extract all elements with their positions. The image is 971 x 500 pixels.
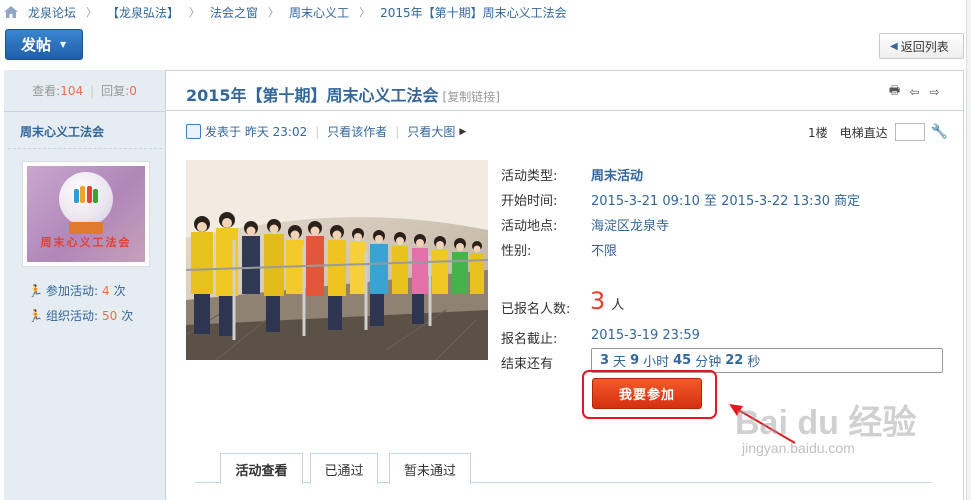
breadcrumb-item[interactable]: 【龙泉弘法】 [107, 4, 179, 21]
avatar[interactable]: 周末心义工法会 [22, 161, 150, 267]
home-icon[interactable] [4, 6, 18, 18]
joined-activities: 🏃 参加活动: 4 次 [28, 282, 126, 299]
join-activity-button[interactable]: 我要参加 [592, 378, 702, 409]
caret-right-icon: ▶ [459, 126, 467, 137]
divider [8, 148, 162, 149]
countdown-days-unit: 天 [613, 355, 627, 370]
start-time-label: 开始时间: [501, 194, 558, 209]
replies-label: 回复: [101, 84, 130, 98]
location-label: 活动地点: [501, 219, 558, 234]
floor-input[interactable] [894, 123, 925, 141]
enrolled-unit: 人 [611, 298, 625, 313]
enrolled-value: 3 [590, 287, 606, 315]
scrollbar[interactable] [966, 0, 971, 500]
tab-approved[interactable]: 已通过 [310, 453, 378, 484]
post-button[interactable]: 发帖 ▼ [5, 29, 83, 60]
avatar-caption: 周末心义工法会 [40, 236, 132, 249]
thread-title: 2015年【第十期】周末心义工法会 [复制链接] [186, 82, 500, 106]
posted-time: 发表于 昨天 23:02 [205, 125, 308, 139]
author-only-link[interactable]: 只看该作者 [327, 123, 387, 140]
breadcrumb-separator: 〉 [268, 6, 280, 19]
breadcrumb-item[interactable]: 2015年【第十期】周末心义工法会 [380, 4, 567, 21]
organized-value: 50 [102, 308, 118, 323]
joined-label: 参加活动: [45, 284, 98, 298]
post-meta: 发表于 昨天 23:02 | 只看该作者 | 只看大图 ▶ [186, 123, 466, 140]
organized-label: 组织活动: [45, 309, 98, 323]
breadcrumb-item[interactable]: 周末心义工 [289, 4, 349, 21]
avatar-image: 周末心义工法会 [27, 166, 145, 262]
back-to-list-label: 返回列表 [900, 39, 949, 54]
location-value: 海淀区龙泉寺 [591, 219, 670, 234]
divider [166, 110, 964, 111]
thread-stats: 查看: 104 | 回复: 0 [4, 70, 165, 112]
activity-photo[interactable] [186, 160, 488, 360]
floor-number: 1楼 [808, 125, 828, 140]
breadcrumb: 龙泉论坛 〉 【龙泉弘法】 〉 法会之窗 〉 周末心义工 〉 2015年【第十期… [4, 2, 567, 22]
thread-title-text: 2015年【第十期】周末心义工法会 [186, 86, 439, 105]
enrolled-count: 3 人 [590, 287, 624, 315]
runner-icon: 🏃 [28, 308, 43, 323]
arrow-left-icon[interactable]: ⇦ [907, 84, 922, 99]
joined-unit: 次 [113, 284, 126, 298]
divider: | [315, 124, 320, 139]
breadcrumb-separator: 〉 [86, 6, 98, 19]
views-count: 104 [60, 83, 84, 98]
activity-type-label: 活动类型: [501, 169, 558, 184]
breadcrumb-separator: 〉 [189, 6, 201, 19]
wrench-icon[interactable]: 🔧 [931, 124, 948, 140]
countdown-days: 3 [600, 353, 610, 368]
gender-value: 不限 [591, 244, 618, 259]
countdown-seconds: 22 [725, 353, 744, 368]
activity-photo-image [186, 160, 488, 360]
gender-label: 性别: [501, 244, 532, 259]
start-time-value: 2015-3-21 09:10 至 2015-3-22 13:30 商定 [591, 194, 861, 209]
runner-icon: 🏃 [28, 283, 43, 298]
back-to-list-button[interactable]: ◀ 返回列表 [879, 33, 964, 59]
organized-activities: 🏃 组织活动: 50 次 [28, 307, 133, 324]
joined-value: 4 [102, 283, 110, 298]
replies-count: 0 [129, 83, 137, 98]
chevron-down-icon: ▼ [60, 40, 67, 49]
activity-tabs: 活动查看 已通过 暂未通过 [195, 453, 931, 484]
tab-pending[interactable]: 暂未通过 [389, 453, 471, 484]
copy-link[interactable]: [复制链接] [443, 88, 500, 105]
logo-icon [74, 186, 98, 203]
countdown-minutes-unit: 分钟 [695, 355, 722, 370]
arrow-left-icon: ◀ [890, 40, 898, 52]
pedestal-shape [69, 222, 103, 234]
countdown-minutes: 45 [673, 353, 692, 368]
title-actions: 🖶 ⇦ ⇨ [887, 83, 942, 99]
breadcrumb-item[interactable]: 法会之窗 [210, 4, 258, 21]
watermark-brand: Bai du 经验 [735, 404, 917, 442]
organized-unit: 次 [121, 309, 134, 323]
post-button-label: 发帖 [21, 36, 52, 54]
activity-type-value: 周末活动 [591, 169, 644, 184]
user-icon [186, 124, 201, 139]
breadcrumb-item[interactable]: 龙泉论坛 [28, 4, 76, 21]
divider: | [90, 83, 95, 98]
views-label: 查看: [32, 84, 61, 98]
deadline-label: 报名截止: [501, 332, 558, 347]
countdown-seconds-unit: 秒 [747, 355, 761, 370]
arrow-right-icon[interactable]: ⇨ [927, 84, 942, 99]
remaining-label: 结束还有 [501, 357, 554, 372]
countdown-hours-unit: 小时 [643, 355, 670, 370]
enrolled-label: 已报名人数: [501, 302, 571, 317]
tab-view[interactable]: 活动查看 [220, 453, 303, 484]
author-sidebar: 查看: 104 | 回复: 0 周末心义工法会 周末心义工法会 🏃 参加活动: … [4, 70, 166, 500]
print-icon[interactable]: 🖶 [887, 83, 902, 99]
elevator-label: 电梯直达 [839, 125, 888, 140]
countdown-hours: 9 [630, 353, 640, 368]
big-image-link[interactable]: 只看大图 [407, 123, 455, 140]
deadline-value: 2015-3-19 23:59 [591, 328, 700, 343]
floor-nav: 1楼 电梯直达 🔧 [808, 123, 948, 141]
author-name[interactable]: 周末心义工法会 [20, 123, 104, 140]
divider: | [395, 124, 400, 139]
breadcrumb-separator: 〉 [359, 6, 371, 19]
